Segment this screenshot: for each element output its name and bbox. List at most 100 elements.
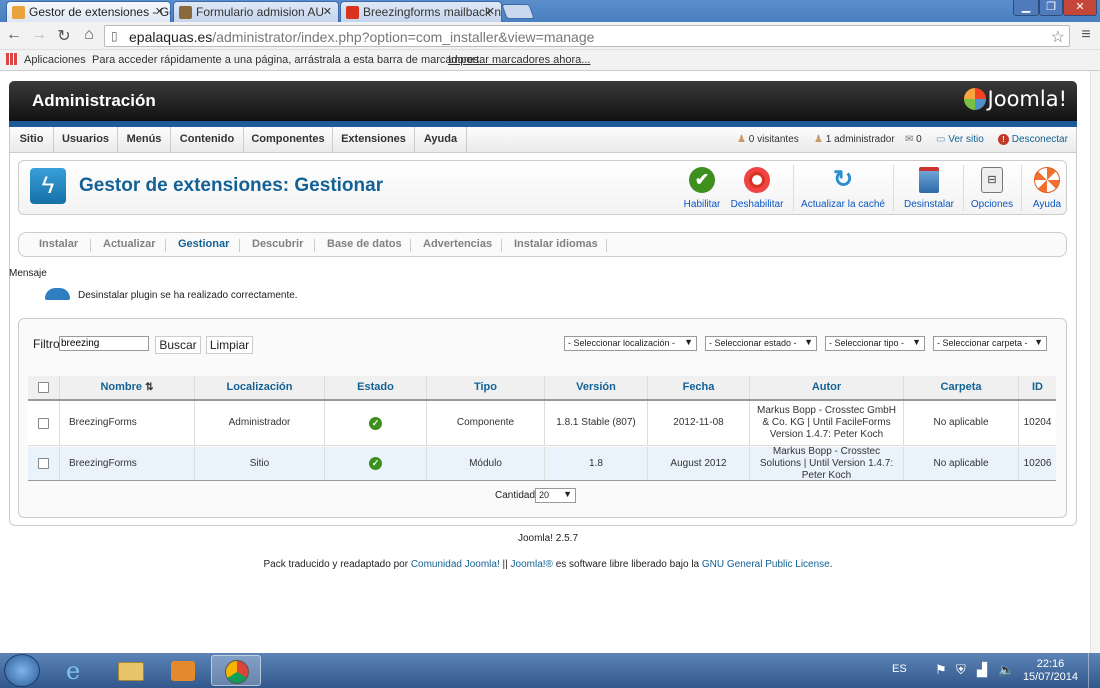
column-header-carpeta[interactable]: Carpeta [904,376,1019,399]
menu-item-contenido[interactable]: Contenido [171,127,244,152]
admins-status: ♟ 1 administrador [814,134,895,145]
license-link[interactable]: GNU General Public License [702,559,830,570]
page-title: Gestor de extensiones: Gestionar [79,175,384,196]
maximize-window-button[interactable]: ❐ [1039,0,1063,16]
apps-icon[interactable] [6,53,18,65]
view-site-link[interactable]: ▭ Ver sitio [936,127,984,152]
submenu-separator [239,239,240,252]
community-link[interactable]: Comunidad Joomla! [411,559,500,570]
menu-item-ayuda[interactable]: Ayuda [415,127,467,152]
chevron-down-icon: ▼ [563,489,572,499]
enable-button[interactable]: ✔ Habilitar [679,167,725,210]
enabled-check-icon[interactable]: ✓ [369,416,382,430]
browser-tab[interactable]: Breezingforms mailback n ✕ [340,1,502,22]
column-header-estado[interactable]: Estado [325,376,427,399]
menu-item-componentes[interactable]: Componentes [244,127,333,152]
media-taskbar-app[interactable] [158,655,208,686]
address-bar[interactable]: ▯ epalaquas.es/administrator/index.php?o… [104,25,1070,47]
column-header-localizacion[interactable]: Localización [195,376,325,399]
new-tab-button[interactable] [501,4,535,19]
cell-id: 10204 [1023,417,1052,428]
tab-title: Formulario admision AU [196,5,325,19]
toolbar-separator [793,165,794,211]
tab-gestionar[interactable]: Gestionar [178,238,229,250]
system-clock[interactable]: 22:16 15/07/2014 [1023,658,1078,684]
chevron-down-icon: ▼ [1034,337,1043,347]
monitor-icon: ▭ [936,134,946,145]
browser-tab-active[interactable]: Gestor de extensiones - Ge ✕ [6,1,171,22]
menu-item-usuarios[interactable]: Usuarios [54,127,118,152]
start-button[interactable] [4,654,40,687]
menu-item-menus[interactable]: Menús [118,127,171,152]
column-header-tipo[interactable]: Tipo [427,376,545,399]
minimize-window-button[interactable]: ▁ [1013,0,1039,16]
menu-item-extensiones[interactable]: Extensiones [333,127,415,152]
filter-search-input[interactable] [59,336,149,351]
row-checkbox[interactable] [38,417,49,429]
tab-descubrir[interactable]: Descubrir [252,238,303,250]
browser-tab[interactable]: Formulario admision AU ✕ [173,1,339,22]
windows-taskbar: e ES ⚑ ⛨ ▟ 🔈 22:16 15/07/2014 [0,653,1100,688]
ie-taskbar-app[interactable]: e [54,655,104,686]
language-indicator[interactable]: ES [892,663,907,675]
refresh-cache-button[interactable]: ↻ Actualizar la caché [799,166,887,211]
row-checkbox[interactable] [38,458,49,469]
column-header-autor[interactable]: Autor [750,376,904,399]
limit-select[interactable]: 20 ▼ [535,488,576,503]
tab-instalar[interactable]: Instalar [39,238,78,250]
select-all-checkbox[interactable] [38,382,49,393]
home-icon[interactable]: ⌂ [79,26,99,44]
type-select[interactable]: - Seleccionar tipo - ▼ [825,336,925,351]
menu-icon[interactable]: ≡ [1076,26,1096,44]
security-icon[interactable]: ⛨ [956,662,966,678]
clear-button[interactable]: Limpiar [206,336,253,354]
folder-select[interactable]: - Seleccionar carpeta - ▼ [933,336,1047,351]
column-header-fecha[interactable]: Fecha [648,376,750,399]
disable-button[interactable]: Deshabilitar [729,167,785,210]
enabled-check-icon[interactable]: ✓ [369,457,382,470]
volume-icon[interactable]: 🔈 [998,662,1014,678]
column-header-id[interactable]: ID [1019,376,1056,399]
table-row[interactable]: BreezingForms Sitio ✓ Módulo 1.8 August … [28,446,1056,481]
close-tab-icon[interactable]: ✕ [155,5,164,18]
column-header-version[interactable]: Versión [545,376,648,399]
row-select-cell [28,447,60,480]
visitors-icon: ♟ [737,134,746,145]
joomla-link[interactable]: Joomla!® [511,559,553,570]
close-tab-icon[interactable]: ✕ [486,5,495,18]
column-header-nombre[interactable]: Nombre ⇅ [60,376,195,399]
tab-advertencias[interactable]: Advertencias [423,238,492,250]
reload-icon[interactable]: ↻ [54,26,74,46]
admin-user-icon: ♟ [814,134,823,145]
location-select[interactable]: - Seleccionar localización - ▼ [564,336,697,351]
tab-actualizar[interactable]: Actualizar [103,238,156,250]
close-window-button[interactable]: ✕ [1063,0,1097,16]
messages-status[interactable]: ✉ 0 [905,127,922,152]
action-center-flag-icon[interactable]: ⚑ [935,662,947,678]
bookmark-star-icon[interactable]: ☆ [1051,27,1065,47]
options-button[interactable]: ⊟ Opciones [968,167,1016,210]
network-icon[interactable]: ▟ [977,662,987,678]
chrome-taskbar-app[interactable] [211,655,261,686]
refresh-icon: ↻ [832,166,854,193]
import-bookmarks-link[interactable]: Importar marcadores ahora... [448,54,590,66]
apps-link[interactable]: Aplicaciones [24,54,86,66]
menu-item-sitio[interactable]: Sitio [10,127,54,152]
tab-instalar-idiomas[interactable]: Instalar idiomas [514,238,598,250]
status-select[interactable]: - Seleccionar estado - ▼ [705,336,817,351]
forward-icon[interactable]: → [29,26,49,44]
explorer-taskbar-app[interactable] [106,655,156,686]
close-tab-icon[interactable]: ✕ [323,5,332,18]
show-desktop-button[interactable] [1088,653,1100,688]
tab-title: Gestor de extensiones - Ge [29,5,171,19]
help-button[interactable]: Ayuda [1027,167,1067,210]
cell-nombre: BreezingForms [60,401,195,445]
trash-icon [919,167,939,193]
page-info-icon[interactable]: ▯ [111,29,118,43]
uninstall-button[interactable]: Desinstalar [901,167,957,210]
search-button[interactable]: Buscar [155,336,201,354]
table-row[interactable]: BreezingForms Administrador ✓ Componente… [28,401,1056,446]
tab-base-de-datos[interactable]: Base de datos [327,238,402,250]
back-icon[interactable]: ← [4,26,24,44]
logout-link[interactable]: ! Desconectar [998,127,1068,152]
